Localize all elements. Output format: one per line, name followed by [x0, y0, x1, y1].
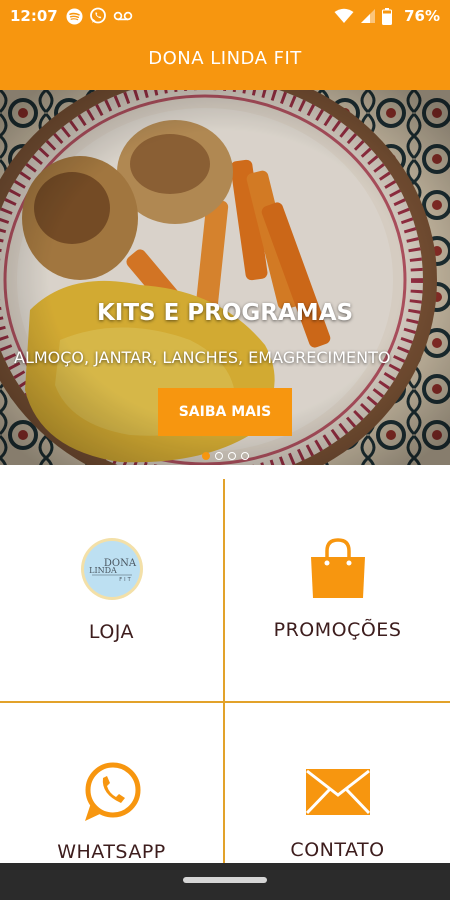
app-title: DONA LINDA FIT [148, 48, 302, 69]
tile-label-promocoes: PROMOÇÕES [273, 619, 402, 641]
voicemail-icon [113, 10, 133, 22]
carousel-dot-3[interactable] [227, 452, 236, 460]
status-right-group: 76% [334, 7, 440, 25]
home-gesture-handle[interactable] [183, 877, 267, 883]
hero-carousel[interactable]: KITS E PROGRAMAS ALMOÇO, JANTAR, LANCHES… [0, 90, 450, 465]
carousel-dot-4[interactable] [240, 452, 249, 460]
carousel-dot-2[interactable] [214, 452, 223, 460]
spotify-icon [66, 8, 83, 25]
tile-label-contato: CONTATO [290, 839, 385, 861]
dona-linda-logo-icon: DONA LINDA FIT [80, 537, 144, 605]
whatsapp-icon [81, 761, 143, 827]
whatsapp-icon [89, 7, 107, 25]
shopping-bag-icon [308, 537, 368, 603]
envelope-icon [305, 769, 370, 819]
hero-subtitle: ALMOÇO, JANTAR, LANCHES, EMAGRECIMENTO [14, 348, 391, 367]
carousel-dot-1[interactable] [201, 452, 210, 460]
svg-text:FIT: FIT [119, 577, 132, 583]
system-navigation-bar [0, 863, 450, 900]
carousel-indicators [0, 452, 450, 460]
tile-label-loja: LOJA [88, 621, 135, 643]
saiba-mais-button[interactable]: SAIBA MAIS [158, 388, 292, 436]
status-time: 12:07 [10, 7, 58, 25]
menu-grid: DONA LINDA FIT LOJA PROMOÇÕES WHATSAPP C… [0, 465, 450, 863]
battery-icon [382, 7, 393, 25]
signal-icon [360, 8, 376, 24]
tile-whatsapp[interactable]: WHATSAPP [0, 703, 223, 863]
tile-contato[interactable]: CONTATO [225, 703, 450, 863]
wifi-icon [334, 8, 354, 24]
hero-title: KITS E PROGRAMAS [96, 300, 354, 326]
tile-promocoes[interactable]: PROMOÇÕES [225, 465, 450, 701]
battery-percentage: 76% [404, 7, 440, 25]
svg-text:LINDA: LINDA [89, 566, 117, 575]
app-header: 12:07 76% DONA LINDA FIT [0, 0, 450, 90]
tile-label-whatsapp: WHATSAPP [57, 841, 166, 863]
tile-loja[interactable]: DONA LINDA FIT LOJA [0, 465, 223, 701]
status-bar: 12:07 76% [0, 0, 450, 32]
